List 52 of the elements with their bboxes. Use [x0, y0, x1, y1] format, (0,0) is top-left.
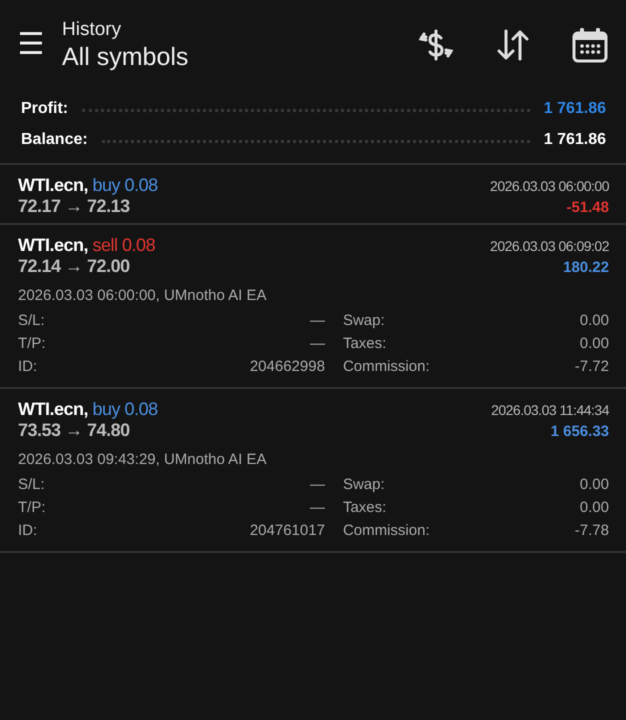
- field-label: Swap:: [342, 476, 386, 493]
- deal-symbol: WTI.ecn,: [18, 175, 88, 195]
- deal-prices: 73.53 → 74.80: [18, 420, 130, 441]
- field-value: —: [308, 476, 325, 493]
- field-value: 0.00: [578, 335, 609, 352]
- field-value: —: [308, 499, 325, 516]
- deal-profit: -51.48: [566, 199, 609, 216]
- field-label: Commission:: [342, 358, 431, 375]
- deal-open-info: 2026.03.03 06:00:00, UMnotho AI EA: [18, 287, 268, 304]
- deal-profit: 180.22: [563, 259, 609, 276]
- deal-prices: 72.17 → 72.13: [18, 196, 130, 217]
- field-value: -7.78: [574, 522, 609, 539]
- deal-row[interactable]: WTI.ecn, buy 0.08 2026.03.03 11:44:34 73.53 → 74.80 1 656.33 2026.03.03 09:43:29, UMnotho AI EA S/L: — Swap: 0.00 T/P: — Taxes: 0.00 ID: 204761017 Commission: -7.78: [0, 389, 626, 553]
- deal-order: sell 0.08: [92, 235, 156, 255]
- deal-open-info: 2026.03.03 09:43:29, UMnotho AI EA: [18, 451, 268, 468]
- deal-order: buy 0.08: [92, 399, 158, 419]
- field-value: 204761017: [250, 522, 325, 539]
- summary-value: 1 761.86: [544, 100, 606, 118]
- field-label: T/P:: [18, 335, 47, 352]
- field-value: 0.00: [578, 312, 609, 329]
- menu-button[interactable]: ☰: [16, 30, 46, 60]
- field-value: —: [308, 312, 325, 329]
- deal-time: 2026.03.03 06:09:02: [490, 238, 609, 254]
- summary-value: 1 761.86: [544, 131, 606, 149]
- symbol-filter[interactable]: All symbols: [62, 42, 416, 72]
- field-value: 204662998: [250, 358, 325, 375]
- deal-time: 2026.03.03 11:44:34: [491, 402, 609, 418]
- calendar-icon[interactable]: [570, 25, 610, 65]
- field-label: ID:: [18, 522, 38, 539]
- field-label: Taxes:: [342, 499, 388, 516]
- deal-prices: 72.14 → 72.00: [18, 256, 130, 277]
- field-value: 0.00: [578, 499, 609, 516]
- deal-symbol: WTI.ecn,: [18, 235, 88, 255]
- summary-label: Profit:: [21, 100, 68, 118]
- field-label: ID:: [18, 358, 38, 375]
- field-value: -7.72: [574, 358, 609, 375]
- deal-symbol: WTI.ecn,: [18, 399, 88, 419]
- field-label: Commission:: [342, 522, 431, 539]
- deal-row[interactable]: WTI.ecn, sell 0.08 2026.03.03 06:09:02 72.14 → 72.00 180.22 2026.03.03 06:00:00, UMnotho AI EA S/L: — Swap: 0.00 T/P: — Taxes: 0.00 ID: 204662998 Commission: -7.72: [0, 225, 626, 389]
- field-label: S/L:: [18, 476, 46, 493]
- deal-row[interactable]: WTI.ecn, buy 0.08 2026.03.03 06:00:00 72.17 → 72.13 -51.48: [0, 165, 626, 225]
- field-value: 0.00: [578, 476, 609, 493]
- field-label: T/P:: [18, 499, 47, 516]
- screen-title: History: [62, 18, 122, 40]
- deal-order: buy 0.08: [92, 175, 158, 195]
- deal-time: 2026.03.03 06:00:00: [490, 178, 609, 194]
- deal-profit: 1 656.33: [550, 423, 609, 440]
- field-value: —: [308, 335, 325, 352]
- field-label: S/L:: [18, 312, 46, 329]
- field-label: Swap:: [342, 312, 386, 329]
- summary-label: Balance:: [21, 131, 88, 149]
- field-label: Taxes:: [342, 335, 388, 352]
